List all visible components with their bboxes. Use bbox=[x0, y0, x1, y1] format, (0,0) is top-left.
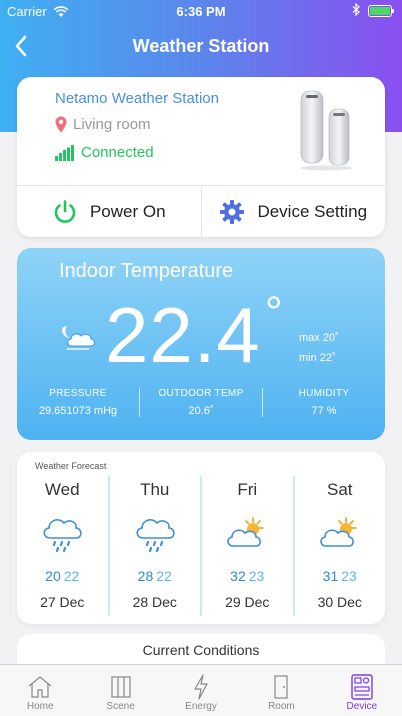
forecast-day-name: Sat bbox=[326, 480, 353, 499]
stat-pressure: PRESSURE 29.651073 mHg bbox=[17, 388, 139, 417]
stat-humidity-value: 77 % bbox=[311, 405, 337, 417]
tab-home[interactable]: Home bbox=[0, 665, 80, 716]
forecast-day-name: Wed bbox=[44, 480, 80, 499]
forecast-low: 23 bbox=[341, 568, 357, 584]
forecast-high: 31 bbox=[322, 568, 339, 584]
scene-icon bbox=[80, 673, 160, 701]
room-icon bbox=[241, 673, 321, 701]
device-card: Netamo Weather Station Living room Conne… bbox=[17, 77, 385, 237]
indoor-temperature-card: Indoor Temperature 22.4 ° max 20˚ min 22… bbox=[17, 248, 385, 440]
forecast-day[interactable]: Sat 31 23 30 Dec bbox=[292, 476, 386, 616]
forecast-temps: 31 23 bbox=[295, 568, 386, 584]
energy-icon bbox=[161, 673, 241, 701]
tab-scene-label: Scene bbox=[106, 701, 135, 712]
forecast-high: 20 bbox=[45, 568, 61, 584]
forecast-day[interactable]: Thu 28 22 28 Dec bbox=[107, 476, 201, 616]
forecast-date: 28 Dec bbox=[132, 594, 177, 610]
power-button[interactable]: Power On bbox=[17, 186, 201, 237]
status-time: 6:36 PM bbox=[176, 4, 226, 19]
forecast-low: 23 bbox=[248, 568, 265, 584]
indoor-min: min 22˚ bbox=[299, 352, 336, 364]
indoor-stats: PRESSURE 29.651073 mHg OUTDOOR TEMP 20.6… bbox=[17, 388, 385, 417]
cloud-moon-icon bbox=[62, 326, 95, 350]
forecast-temps: 20 22 bbox=[17, 568, 108, 584]
forecast-label: Weather Forecast bbox=[35, 461, 107, 471]
forecast-day-name: Thu bbox=[140, 480, 170, 499]
forecast-temps: 28 22 bbox=[110, 568, 201, 584]
tab-room[interactable]: Room bbox=[241, 665, 321, 716]
forecast-low: 22 bbox=[63, 568, 80, 584]
forecast-card: Weather Forecast Wed 20 22 27 Dec Thu 28… bbox=[17, 452, 385, 624]
tab-home-label: Home bbox=[26, 701, 54, 712]
device-setting-button[interactable]: Device Setting bbox=[200, 186, 386, 237]
home-icon bbox=[0, 673, 80, 701]
stat-outdoor-temp: OUTDOOR TEMP 20.6˚ bbox=[139, 388, 262, 417]
tab-device[interactable]: Device bbox=[322, 665, 402, 716]
status-bar: Carrier 6:36 PM bbox=[0, 0, 402, 22]
sun-cloud-icon bbox=[202, 514, 293, 554]
stat-humidity-label: HUMIDITY bbox=[298, 388, 350, 399]
tab-bar: Home Scene Energy Room Device bbox=[0, 664, 402, 716]
device-room-label: Living room bbox=[73, 116, 151, 133]
device-connection-label: Connected bbox=[81, 144, 154, 161]
power-label: Power On bbox=[89, 201, 166, 221]
forecast-date: 29 Dec bbox=[225, 594, 270, 610]
tab-energy-label: Energy bbox=[185, 701, 217, 712]
device-icon bbox=[322, 673, 402, 701]
device-room: Living room bbox=[55, 116, 151, 133]
device-connection: Connected bbox=[55, 144, 154, 161]
indoor-temperature-value: 22.4 bbox=[105, 291, 261, 379]
nav-bar: Weather Station bbox=[0, 28, 402, 64]
forecast-day[interactable]: Fri 32 23 29 Dec bbox=[200, 476, 293, 616]
indoor-title: Indoor Temperature bbox=[59, 260, 234, 282]
tab-scene[interactable]: Scene bbox=[80, 665, 160, 716]
stat-pressure-value: 29.651073 mHg bbox=[38, 405, 118, 417]
forecast-temps: 32 23 bbox=[202, 568, 293, 584]
rain-cloud-icon bbox=[110, 514, 201, 554]
forecast-low: 22 bbox=[156, 568, 172, 584]
forecast-days: Wed 20 22 27 Dec Thu 28 22 28 Dec Fri 32… bbox=[17, 476, 385, 616]
rain-cloud-icon bbox=[17, 514, 108, 554]
stat-pressure-label: PRESSURE bbox=[49, 388, 107, 399]
tab-device-label: Device bbox=[346, 701, 378, 712]
bluetooth-icon bbox=[352, 2, 360, 19]
tab-energy[interactable]: Energy bbox=[161, 665, 241, 716]
battery-icon bbox=[368, 5, 394, 17]
forecast-date: 30 Dec bbox=[317, 594, 362, 610]
stat-outdoor-temp-label: OUTDOOR TEMP bbox=[158, 388, 244, 399]
sun-cloud-icon bbox=[295, 514, 386, 554]
stat-outdoor-temp-value: 20.6˚ bbox=[188, 405, 214, 417]
forecast-day[interactable]: Wed 20 22 27 Dec bbox=[17, 476, 108, 616]
indoor-max: max 20˚ bbox=[299, 332, 339, 344]
indoor-temperature-degree: ° bbox=[265, 288, 283, 337]
device-actions: Power On Device Setting bbox=[17, 185, 385, 237]
forecast-high: 32 bbox=[230, 568, 246, 584]
current-conditions-title: Current Conditions bbox=[142, 642, 260, 658]
forecast-date: 27 Dec bbox=[40, 594, 85, 610]
device-setting-label: Device Setting bbox=[257, 201, 368, 221]
signal-bars-icon bbox=[55, 144, 74, 161]
power-icon bbox=[54, 199, 76, 223]
tab-room-label: Room bbox=[268, 701, 295, 712]
stat-humidity: HUMIDITY 77 % bbox=[262, 388, 385, 417]
weather-station-image bbox=[300, 90, 352, 171]
forecast-high: 28 bbox=[137, 568, 154, 584]
page-title: Weather Station bbox=[132, 36, 270, 56]
gear-icon bbox=[220, 199, 245, 224]
forecast-day-name: Fri bbox=[237, 480, 258, 499]
location-pin-icon bbox=[55, 116, 67, 133]
device-name: Netamo Weather Station bbox=[55, 90, 219, 107]
